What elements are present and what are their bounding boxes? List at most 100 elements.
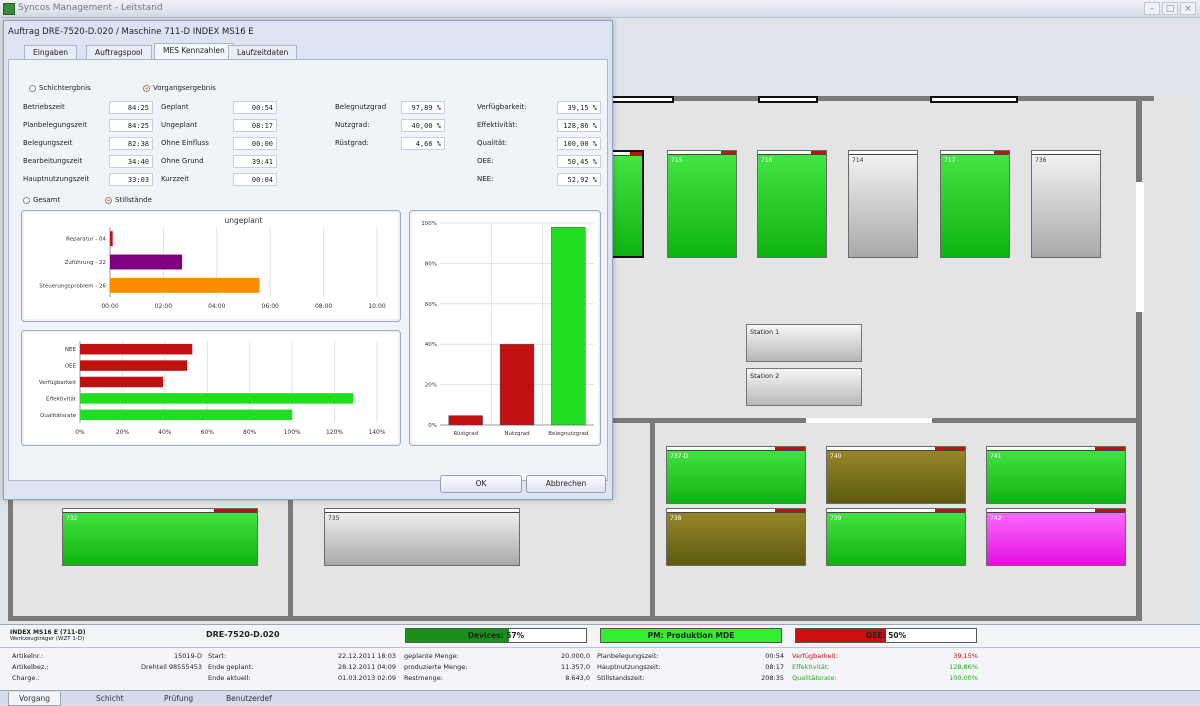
field-label: Artikelnr.:	[12, 652, 44, 660]
category-label: Qualitätsrate	[40, 413, 77, 419]
category-label: Reparatur - 04	[66, 237, 106, 243]
tab-laufzeitdaten[interactable]: Laufzeitdaten	[228, 45, 298, 59]
kpi-value: 52,92 %	[557, 173, 601, 186]
station-tile[interactable]: Station 2	[746, 368, 862, 406]
tick-label: 80%	[243, 429, 257, 436]
field-value: 100,00%	[949, 674, 978, 682]
radio-icon	[23, 196, 30, 204]
status-panel: INDEX MS16 E (711-D) Werkzeugträger (WZT…	[0, 624, 1200, 690]
tick-label: 100%	[421, 221, 437, 227]
radio-schichtergebnis[interactable]: Schichtergbnis	[29, 84, 91, 92]
bottom-tabs: Vorgang Schicht Prüfung Benutzerdef	[0, 690, 1200, 706]
tab-auftragspool[interactable]: Auftragspool	[86, 45, 152, 59]
machine-tile[interactable]: 716	[757, 150, 827, 258]
kpi-label: Ungeplant	[161, 121, 198, 129]
tab-schicht[interactable]: Schicht	[86, 692, 134, 706]
maximize-icon[interactable]: □	[1162, 2, 1178, 15]
category-label: Belegnutzgrad	[548, 431, 588, 437]
kpi-value: 128,86 %	[557, 119, 601, 132]
dialog-title: Auftrag DRE-7520-D.020 / Maschine 711-D …	[8, 27, 254, 37]
tab-mes-kennzahlen[interactable]: MES Kennzahlen	[154, 43, 234, 60]
field-label: Charge.:	[12, 674, 40, 682]
kpi-value: 40,00 %	[401, 119, 445, 132]
field-value: 00:54	[765, 652, 784, 660]
bar	[499, 343, 535, 426]
bar	[80, 343, 193, 355]
machine-tile[interactable]: 737-D	[666, 446, 806, 504]
radio-vorgangsergebnis[interactable]: Vorgangsergebnis	[143, 84, 216, 92]
field-label: Hauptnutzungszeit:	[597, 663, 661, 671]
kpi-label: Geplant	[161, 103, 189, 111]
radio-gesamt[interactable]: Gesamt	[23, 196, 60, 204]
bar	[80, 360, 188, 371]
chart-panel-kennzahlen: 0% 20% 40% 60% 80% 100% 120% 140% NEE OEE Verfügba…	[21, 330, 401, 446]
field-label: Effektivität:	[792, 663, 830, 671]
tick-label: 08:00	[315, 303, 332, 310]
bar	[110, 254, 183, 270]
machine-tile[interactable]: 732	[62, 508, 258, 566]
machine-tile[interactable]: 736	[1031, 150, 1101, 258]
tick-label: 0%	[75, 429, 85, 436]
tab-pruefung[interactable]: Prüfung	[154, 692, 203, 706]
field-value: 8.643,0	[565, 674, 590, 682]
kpi-label: Betriebszeit	[23, 103, 65, 111]
kpi-label: Qualität:	[477, 139, 508, 147]
machine-tile[interactable]: 739	[826, 508, 966, 566]
radio-icon	[143, 84, 150, 92]
kpi-label: Hauptnutzungszeit	[23, 175, 90, 183]
bar	[448, 415, 483, 426]
wall	[8, 616, 1142, 621]
window	[930, 96, 1018, 103]
field-value: Drehteil 98555453	[141, 663, 202, 671]
kpi-label: NEE:	[477, 175, 494, 183]
radio-stillstaende[interactable]: Stillstände	[105, 196, 152, 204]
tick-label: 60%	[425, 302, 437, 308]
tab-vorgang[interactable]: Vorgang	[8, 692, 61, 706]
tab-benutzerdef[interactable]: Benutzerdef	[216, 692, 282, 706]
field-value: 128,86%	[949, 663, 978, 671]
tick-label: 04:00	[208, 303, 225, 310]
bar	[110, 231, 113, 247]
machine-tile[interactable]: 715	[667, 150, 737, 258]
tick-label: 20%	[116, 429, 130, 436]
ok-button[interactable]: OK	[440, 475, 522, 493]
bar	[551, 227, 586, 426]
tick-label: 02:00	[155, 303, 172, 310]
minimize-icon[interactable]: –	[1144, 2, 1160, 15]
machine-tile[interactable]: 738	[666, 508, 806, 566]
chart-panel-nutzgrad: 0% 20% 40% 60% 80% 100% Rüstgrad Nutzgrad Belegn…	[409, 210, 601, 446]
machine-tile[interactable]: 735	[324, 508, 520, 566]
tick-label: 140%	[368, 429, 385, 436]
machine-tile[interactable]: 741	[986, 446, 1126, 504]
kpi-label: Effektivität:	[477, 121, 518, 129]
machine-tile[interactable]: 714	[848, 150, 918, 258]
progress-devices: Devices: 57%	[405, 628, 587, 643]
field-label: Restmenge:	[404, 674, 443, 682]
field-label: Qualitätsrate:	[792, 674, 837, 682]
field-label: Ende geplant:	[208, 663, 254, 671]
wall	[606, 96, 1154, 101]
close-icon[interactable]: ×	[1180, 2, 1196, 15]
app-titlebar: Syncos Management - Leitstand – □ ×	[0, 0, 1200, 18]
kpi-value: 00:00	[233, 137, 277, 150]
kpi-label: Ohne Einfluss	[161, 139, 209, 147]
kpi-value: 39,15 %	[557, 101, 601, 114]
station-tile[interactable]: Station 1	[746, 324, 862, 362]
kpi-label: Kurzzeit	[161, 175, 189, 183]
tab-panel: Schichtergbnis Vorgangsergebnis Betriebs…	[8, 59, 608, 481]
category-label: Nutzgrad	[504, 431, 529, 437]
bar	[80, 393, 354, 404]
field-label: Stillstandszeit:	[597, 674, 645, 682]
progress-production: PM: Produktion MDE	[600, 628, 782, 643]
app-icon	[3, 3, 15, 15]
machine-tile[interactable]: 740	[826, 446, 966, 504]
machine-tile[interactable]: 717	[940, 150, 1010, 258]
cancel-button[interactable]: Abbrechen	[526, 475, 606, 493]
tick-label: 00:00	[101, 303, 118, 310]
tab-eingaben[interactable]: Eingaben	[24, 45, 78, 59]
field-value: 20.000,0	[561, 652, 590, 660]
kpi-label: Belegungszeit	[23, 139, 73, 147]
kpi-value: 84:25	[109, 119, 153, 132]
tick-label: 0%	[428, 423, 437, 429]
machine-tile[interactable]: 742	[986, 508, 1126, 566]
